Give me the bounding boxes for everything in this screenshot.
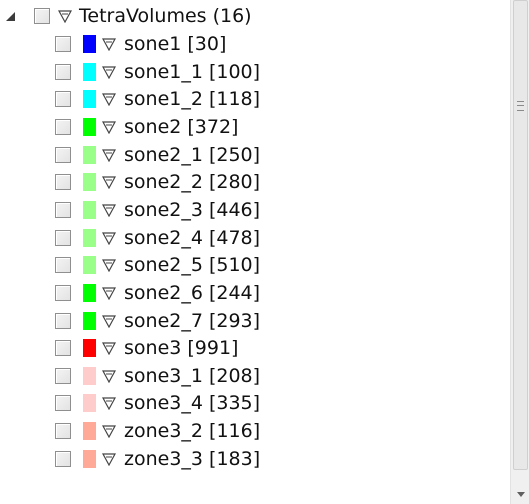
tree-root-label: TetraVolumes (16) bbox=[79, 5, 252, 27]
scrollbar-grip-icon bbox=[517, 101, 524, 111]
item-checkbox[interactable] bbox=[55, 91, 71, 108]
tree-item-label: sone2 [372] bbox=[124, 115, 239, 138]
filter-triangle-icon bbox=[102, 204, 116, 217]
item-checkbox[interactable] bbox=[55, 146, 71, 163]
tree-item-label: sone2_4 [478] bbox=[124, 226, 261, 249]
tree-item[interactable]: zone3_3 [183] bbox=[0, 445, 510, 473]
filter-triangle-icon bbox=[102, 176, 116, 190]
item-checkbox[interactable] bbox=[55, 257, 71, 274]
tree-item[interactable]: sone2_1 [250] bbox=[0, 141, 510, 169]
filter-triangle-icon bbox=[102, 38, 116, 51]
tree-item[interactable]: sone1_1 [100] bbox=[0, 58, 510, 86]
tree-item-label: zone3_2 [116] bbox=[124, 420, 261, 443]
tree-item-label: sone2_6 [244] bbox=[124, 281, 261, 304]
tree-item[interactable]: sone3 [991] bbox=[0, 334, 510, 362]
tree-item-label: zone3_3 [183] bbox=[124, 447, 261, 470]
tree-item[interactable]: sone1_2 [118] bbox=[0, 85, 510, 113]
tree-root-row[interactable]: TetraVolumes (16) bbox=[0, 2, 510, 30]
color-swatch bbox=[83, 256, 96, 275]
item-checkbox[interactable] bbox=[55, 229, 71, 246]
tree-item-label: sone2_2 [280] bbox=[124, 171, 261, 194]
filter-triangle-icon bbox=[102, 259, 116, 273]
color-swatch bbox=[83, 90, 96, 109]
tree-item[interactable]: sone2 [372] bbox=[0, 113, 510, 141]
item-checkbox[interactable] bbox=[55, 450, 71, 467]
tree-item[interactable]: sone3_1 [208] bbox=[0, 362, 510, 390]
tree-item-label: sone3 [991] bbox=[124, 337, 239, 360]
tree-item-label: sone2_5 [510] bbox=[124, 254, 261, 277]
tree-item-label: sone1_1 [100] bbox=[124, 60, 261, 83]
tree-item[interactable]: sone1 [30] bbox=[0, 30, 510, 58]
tree-item[interactable]: sone3_4 [335] bbox=[0, 389, 510, 417]
tree-item-label: sone1_2 [118] bbox=[124, 88, 261, 111]
vertical-scrollbar[interactable] bbox=[510, 0, 529, 504]
root-checkbox[interactable] bbox=[34, 8, 50, 24]
filter-triangle-icon bbox=[102, 425, 116, 439]
item-checkbox[interactable] bbox=[55, 423, 71, 440]
color-swatch bbox=[83, 422, 96, 441]
color-swatch bbox=[83, 449, 96, 468]
expanded-triangle-icon[interactable] bbox=[6, 12, 15, 21]
item-checkbox[interactable] bbox=[55, 312, 71, 329]
color-swatch bbox=[83, 283, 96, 302]
filter-triangle-icon bbox=[102, 287, 116, 300]
filter-triangle-icon bbox=[102, 93, 116, 107]
tree-item-label: sone3_4 [335] bbox=[124, 392, 261, 415]
tree-item-label: sone1 [30] bbox=[124, 33, 227, 55]
scroll-down-arrow-icon[interactable] bbox=[517, 492, 525, 497]
tree-item[interactable]: sone2_4 [478] bbox=[0, 224, 510, 252]
item-checkbox[interactable] bbox=[55, 395, 71, 412]
tree-panel: TetraVolumes (16) sone1 [30] sone1_1 [100… bbox=[0, 0, 529, 504]
item-checkbox[interactable] bbox=[55, 174, 71, 191]
filter-triangle-icon bbox=[102, 342, 116, 356]
filter-triangle-icon bbox=[102, 121, 116, 134]
color-swatch bbox=[83, 339, 96, 358]
tree-item[interactable]: sone2_3 [446] bbox=[0, 196, 510, 224]
tree-item[interactable]: zone3_2 [116] bbox=[0, 417, 510, 445]
color-swatch bbox=[83, 62, 96, 81]
tree-item[interactable]: sone2_7 [293] bbox=[0, 307, 510, 335]
filter-triangle-icon bbox=[58, 10, 72, 23]
color-swatch bbox=[83, 366, 96, 385]
color-swatch bbox=[83, 173, 96, 192]
item-checkbox[interactable] bbox=[55, 284, 71, 301]
tree-item-label: sone2_3 [446] bbox=[124, 198, 261, 221]
scrollbar-thumb[interactable] bbox=[513, 0, 528, 470]
item-checkbox[interactable] bbox=[55, 201, 71, 218]
color-swatch bbox=[83, 117, 96, 136]
color-swatch bbox=[83, 394, 96, 413]
color-swatch bbox=[83, 35, 96, 53]
item-checkbox[interactable] bbox=[55, 340, 71, 357]
item-checkbox[interactable] bbox=[55, 63, 71, 80]
tree-item-label: sone2_1 [250] bbox=[124, 143, 261, 166]
filter-triangle-icon bbox=[102, 370, 116, 383]
filter-triangle-icon bbox=[102, 231, 116, 245]
item-checkbox[interactable] bbox=[55, 367, 71, 384]
tree-item[interactable]: sone2_2 [280] bbox=[0, 168, 510, 196]
filter-triangle-icon bbox=[102, 397, 116, 411]
filter-triangle-icon bbox=[102, 453, 116, 466]
filter-triangle-icon bbox=[102, 148, 116, 162]
tree-item-label: sone2_7 [293] bbox=[124, 309, 261, 332]
tree-item[interactable]: sone2_6 [244] bbox=[0, 279, 510, 307]
tree-item-label: sone3_1 [208] bbox=[124, 364, 261, 387]
color-swatch bbox=[83, 311, 96, 330]
color-swatch bbox=[83, 228, 96, 247]
filter-triangle-icon bbox=[102, 314, 116, 328]
color-swatch bbox=[83, 145, 96, 164]
color-swatch bbox=[83, 200, 96, 219]
tree-item[interactable]: sone2_5 [510] bbox=[0, 251, 510, 279]
tetra-volumes-tree: TetraVolumes (16) sone1 [30] sone1_1 [100… bbox=[0, 0, 510, 504]
item-checkbox[interactable] bbox=[55, 36, 71, 52]
item-checkbox[interactable] bbox=[55, 118, 71, 135]
filter-triangle-icon bbox=[102, 66, 116, 79]
